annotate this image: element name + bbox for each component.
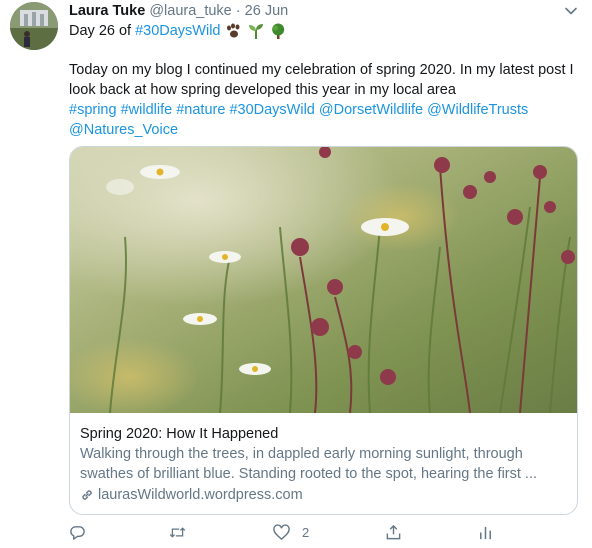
seedling-icon <box>248 24 263 39</box>
chevron-down-icon[interactable] <box>564 4 578 18</box>
card-description: Walking through the trees, in dappled ea… <box>80 446 538 482</box>
author-name[interactable]: Laura Tuke <box>69 3 145 19</box>
link-preview-card[interactable]: Spring 2020: How It Happened Walking thr… <box>69 146 578 515</box>
share-icon <box>386 524 401 540</box>
retweet-icon <box>169 527 186 538</box>
reply-button[interactable] <box>69 524 86 541</box>
hashtag-link[interactable]: #wildlife <box>121 102 173 118</box>
mention-link[interactable]: @Natures_Voice <box>69 122 178 138</box>
heart-icon <box>273 524 290 541</box>
reply-icon <box>70 526 85 540</box>
hashtag-link[interactable]: #spring <box>69 102 117 118</box>
tweet-first-line: Day 26 of #30DaysWild <box>69 21 287 41</box>
hashtag-link[interactable]: #30DaysWild <box>229 102 314 118</box>
avatar[interactable] <box>10 2 58 50</box>
tree-icon <box>271 23 284 39</box>
tweet-header: Laura Tuke @laura_tuke · 26 Jun <box>69 2 568 20</box>
retweet-button[interactable] <box>169 524 186 541</box>
card-url-text[interactable]: laurasWildworld.wordpress.com <box>98 485 303 505</box>
like-button[interactable]: 2 <box>273 524 309 541</box>
card-url[interactable]: laurasWildworld.wordpress.com <box>80 485 567 505</box>
tweet-date[interactable]: 26 Jun <box>245 3 289 19</box>
analytics-button[interactable] <box>477 524 494 541</box>
tweet-text: Today on my blog I continued my celebrat… <box>69 60 574 140</box>
card-image[interactable] <box>70 147 577 413</box>
day-text: Day 26 of <box>69 23 132 39</box>
card-meta[interactable]: Spring 2020: How It Happened Walking thr… <box>80 425 567 505</box>
author-handle[interactable]: @laura_tuke <box>149 3 231 19</box>
card-title[interactable]: Spring 2020: How It Happened <box>80 425 567 444</box>
link-icon <box>82 490 92 500</box>
paw-icon <box>226 23 239 38</box>
hashtag-link[interactable]: #nature <box>176 102 225 118</box>
mention-link[interactable]: @DorsetWildlife <box>319 102 423 118</box>
hashtag-link[interactable]: #30DaysWild <box>135 21 220 41</box>
tweet-actions: 2 <box>69 524 499 546</box>
share-button[interactable] <box>385 524 402 541</box>
like-count: 2 <box>302 525 310 540</box>
tweet-body: Today on my blog I continued my celebrat… <box>69 62 574 98</box>
analytics-icon <box>480 526 491 540</box>
separator-dot: · <box>235 3 241 19</box>
mention-link[interactable]: @WildlifeTrusts <box>427 102 528 118</box>
